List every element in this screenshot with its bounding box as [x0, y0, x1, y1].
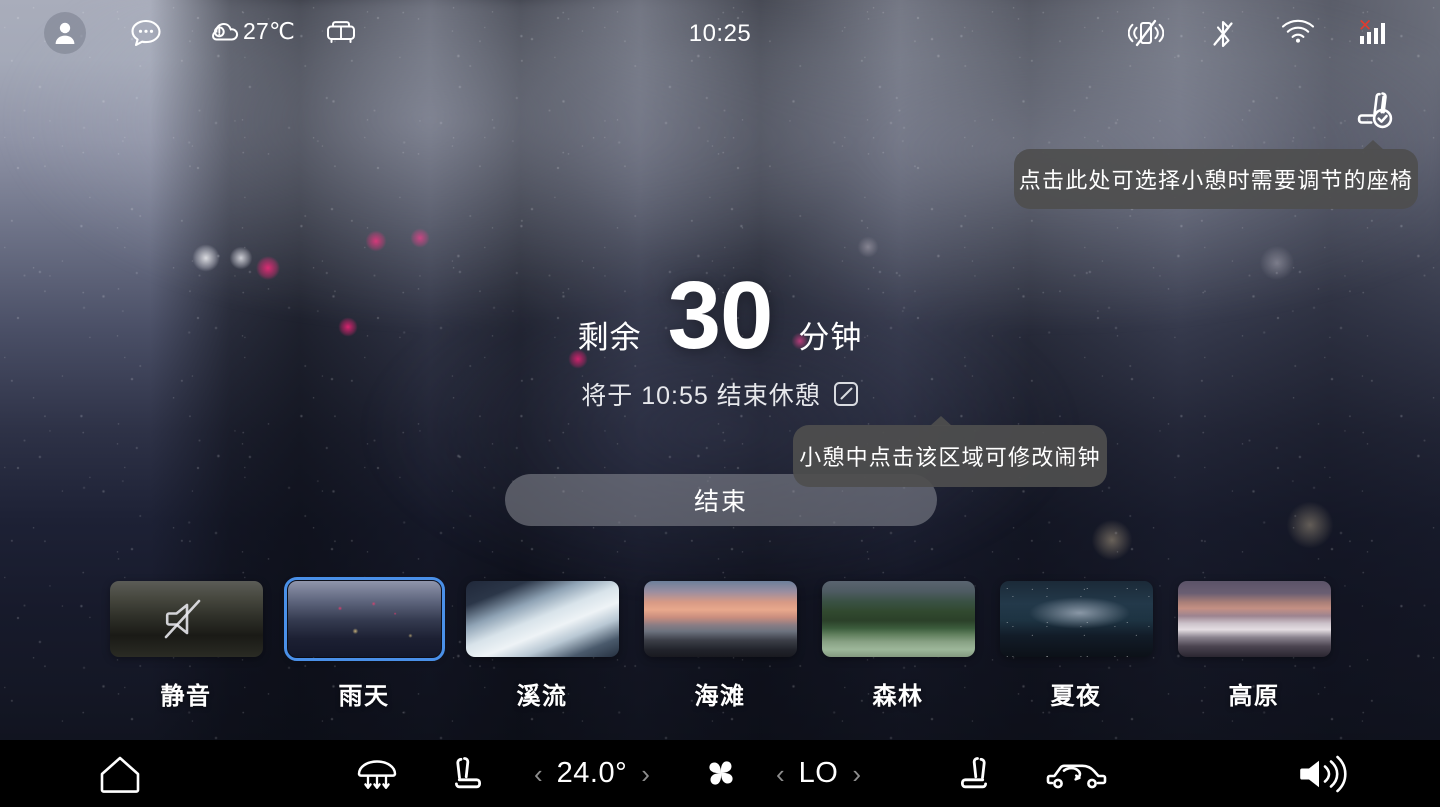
scene-thumbnail[interactable] [283, 577, 445, 661]
scene-item[interactable]: 雨天 [283, 577, 445, 721]
seat-select-tooltip: 点击此处可选择小憩时需要调节的座椅 [1014, 140, 1418, 209]
fan-speed-decrease-button[interactable]: ‹ [776, 761, 785, 787]
temperature-value: 24.0° [556, 757, 628, 789]
passenger-seat-icon [948, 750, 996, 798]
vibrate-off-icon [1128, 18, 1164, 48]
scene-thumbnail[interactable] [999, 581, 1153, 657]
bluetooth-off-icon [1209, 18, 1237, 50]
seat-select-button[interactable] [1352, 88, 1404, 136]
seat-select-tooltip-text: 点击此处可选择小憩时需要调节的座椅 [1018, 168, 1414, 193]
scene-thumbnail[interactable] [109, 581, 263, 657]
nap-timer: 剩余 30 分钟 [0, 268, 1440, 364]
driver-seat-heat-button[interactable] [446, 740, 494, 807]
scene-item[interactable]: 森林 [821, 581, 975, 721]
volume-button[interactable] [1296, 740, 1348, 807]
scene-selector: 静音 雨天 溪流 海滩 森林 夏夜 高原 [0, 577, 1440, 721]
scene-thumbnail[interactable] [465, 581, 619, 657]
scene-label: 静音 [160, 683, 212, 710]
home-button[interactable] [96, 740, 144, 807]
bluetooth-button[interactable] [1209, 18, 1237, 50]
fan-button[interactable] [698, 740, 744, 807]
alarm-time-row[interactable]: 将于 10:55 结束休憩 [0, 376, 1440, 412]
scene-label: 雨天 [338, 683, 390, 710]
air-recirculation-icon [1044, 752, 1110, 796]
temperature-increase-button[interactable]: › [641, 761, 650, 787]
scene-label: 森林 [872, 683, 924, 710]
timer-unit-label: 分钟 [798, 320, 863, 355]
fan-icon [698, 751, 744, 797]
driver-seat-icon [446, 750, 494, 798]
wifi-button[interactable] [1281, 18, 1315, 44]
alarm-time-text: 将于 10:55 结束休憩 [581, 382, 821, 410]
seat-check-icon [1352, 88, 1404, 136]
volume-icon [1296, 752, 1348, 796]
scene-thumbnail[interactable] [1177, 581, 1331, 657]
bottom-control-bar: ‹ 24.0° › ‹ LO › [0, 740, 1440, 807]
scene-label: 夏夜 [1050, 683, 1102, 710]
speaker-mute-icon [110, 581, 263, 657]
scene-label: 高原 [1228, 683, 1280, 710]
scene-item[interactable]: 溪流 [465, 581, 619, 721]
scene-item[interactable]: 夏夜 [999, 581, 1153, 721]
wifi-icon [1281, 18, 1315, 44]
scene-item[interactable]: 高原 [1177, 581, 1331, 721]
timer-prefix-label: 剩余 [577, 320, 642, 355]
scene-label: 海滩 [694, 683, 746, 710]
home-icon [96, 752, 144, 796]
end-nap-button-label: 结束 [693, 488, 748, 516]
fan-speed-value: LO [798, 757, 839, 789]
scene-thumbnail[interactable] [821, 581, 975, 657]
scene-item[interactable]: 静音 [109, 581, 263, 721]
fan-speed-increase-button[interactable]: › [852, 761, 861, 787]
temperature-decrease-button[interactable]: ‹ [534, 761, 543, 787]
air-recirculation-button[interactable] [1044, 740, 1110, 807]
status-bar: 27℃ 10:25 ✕ [0, 0, 1440, 66]
signal-error-mark: ✕ [1358, 16, 1373, 35]
nap-mode-screen: 27℃ 10:25 ✕ 点击此处可选择小憩时需要调节的座椅 剩余 30 分钟 将… [0, 0, 1440, 807]
vibrate-mode-button[interactable] [1128, 18, 1164, 48]
rear-defrost-button[interactable] [352, 740, 402, 807]
timer-minutes-value: 30 [667, 262, 774, 369]
passenger-seat-heat-button[interactable] [948, 740, 996, 807]
alarm-edit-tooltip-text: 小憩中点击该区域可修改闹钟 [799, 445, 1101, 470]
temperature-stepper[interactable]: ‹ 24.0° › [534, 740, 650, 807]
fan-speed-stepper[interactable]: ‹ LO › [776, 740, 861, 807]
edit-square-icon[interactable] [833, 381, 859, 407]
scene-thumbnail[interactable] [643, 581, 797, 657]
alarm-edit-tooltip: 小憩中点击该区域可修改闹钟 [793, 416, 1107, 487]
scene-item[interactable]: 海滩 [643, 581, 797, 721]
rear-defrost-icon [352, 752, 402, 796]
scene-label: 溪流 [516, 683, 568, 710]
